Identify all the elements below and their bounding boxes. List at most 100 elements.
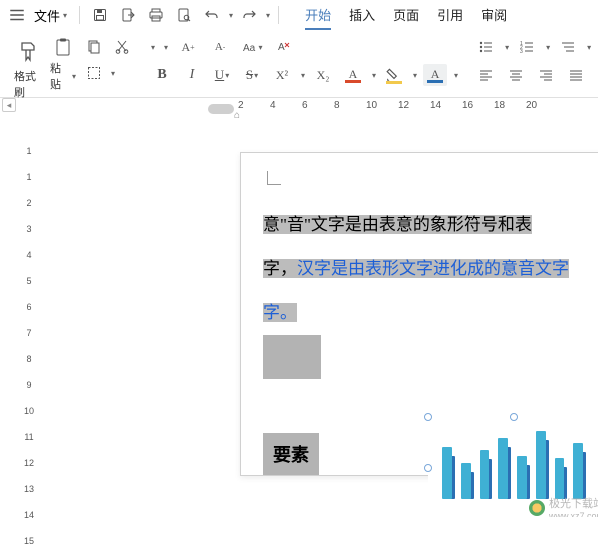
highlight-button[interactable] xyxy=(382,64,406,86)
shrink-font-button[interactable]: A- xyxy=(208,36,232,58)
navigation-toggle-button[interactable]: ◂ xyxy=(2,98,16,112)
hamburger-icon[interactable] xyxy=(8,6,26,24)
paste-label-row[interactable]: 粘贴 ▾ xyxy=(50,60,76,92)
ruler-tick: 4 xyxy=(18,250,40,260)
selected-text[interactable]: 意"音"文字是由表意的象形符号和表 xyxy=(263,215,532,234)
chevron-down-icon: ▾ xyxy=(63,11,67,20)
font-size-dropdown[interactable]: ▾ xyxy=(163,36,168,58)
ruler-tick: 11 xyxy=(18,432,40,442)
print-preview-button[interactable] xyxy=(172,3,196,27)
font-color-button[interactable]: A xyxy=(341,64,365,86)
chevron-down-icon: ▾ xyxy=(254,71,258,80)
selected-text-hyperlink[interactable]: 汉字是由表形文字进化成的意音文字 xyxy=(297,259,569,278)
tab-insert[interactable]: 插入 xyxy=(349,1,375,30)
chevron-down-icon[interactable]: ▾ xyxy=(587,43,591,52)
selected-text[interactable]: 字， xyxy=(263,259,297,278)
chevron-down-icon: ▾ xyxy=(72,72,76,81)
chevron-down-icon[interactable]: ▾ xyxy=(413,71,417,80)
selected-paragraph-mark[interactable] xyxy=(263,335,321,379)
selected-text-hyperlink[interactable]: 字。 xyxy=(263,303,297,322)
chevron-down-icon[interactable]: ▾ xyxy=(454,71,458,80)
file-menu[interactable]: 文件 ▾ xyxy=(30,4,71,27)
ruler-tick: 14 xyxy=(430,100,441,111)
paste-button[interactable] xyxy=(50,36,76,58)
highlight-color-indicator xyxy=(386,81,402,84)
format-painter-label: 格式刷 xyxy=(14,68,42,100)
watermark-logo-icon xyxy=(529,500,545,516)
tab-page[interactable]: 页面 xyxy=(393,1,419,30)
bullet-list-button[interactable] xyxy=(474,36,498,58)
margin-indicator[interactable] xyxy=(208,104,234,114)
align-right-button[interactable] xyxy=(534,64,558,86)
multilevel-list-button[interactable] xyxy=(556,36,580,58)
chart-bar-front xyxy=(555,458,565,499)
horizontal-ruler[interactable]: ⌂ 2468101214161820 xyxy=(40,98,598,120)
ruler-tick: 20 xyxy=(526,100,537,111)
chevron-down-icon[interactable]: ▾ xyxy=(111,69,115,78)
shading-color-indicator xyxy=(427,80,443,83)
tab-start[interactable]: 开始 xyxy=(305,1,331,30)
print-button[interactable] xyxy=(144,3,168,27)
ruler-tick: 5 xyxy=(18,276,40,286)
ruler-tick: 16 xyxy=(462,100,473,111)
heading-text[interactable]: 要素 xyxy=(263,433,319,475)
underline-button[interactable]: U ▾ xyxy=(210,64,234,86)
select-button[interactable] xyxy=(82,62,106,84)
ruler-tick: 12 xyxy=(398,100,409,111)
ruler-tick: 14 xyxy=(18,510,40,520)
subscript-button[interactable]: X₂ xyxy=(311,64,335,86)
chart-bar-front xyxy=(536,431,546,499)
document-area[interactable]: 意"音"文字是由表意的象形符号和表 字，汉字是由表形文字进化成的意音文字 字。 … xyxy=(40,120,598,517)
chevron-down-icon[interactable]: ▾ xyxy=(301,71,305,80)
chart-object[interactable]: 极光下载站 www.xz7.com xyxy=(424,413,598,517)
ruler-tick: 6 xyxy=(302,100,308,111)
resize-handle[interactable] xyxy=(424,413,432,421)
chart-bar-front xyxy=(517,456,527,499)
cut-button[interactable] xyxy=(110,36,134,58)
font-family-dropdown[interactable]: ▾ xyxy=(150,36,155,58)
undo-dropdown[interactable]: ▾ xyxy=(229,11,233,20)
chevron-down-icon[interactable]: ▾ xyxy=(546,43,550,52)
clear-formatting-button[interactable]: A xyxy=(272,36,296,58)
chevron-down-icon: ▾ xyxy=(259,43,263,52)
ruler-tick: 12 xyxy=(18,458,40,468)
chevron-down-icon[interactable]: ▾ xyxy=(372,71,376,80)
italic-button[interactable]: I xyxy=(180,64,204,86)
chevron-down-icon: ▾ xyxy=(225,71,229,80)
redo-dropdown[interactable]: ▾ xyxy=(266,11,270,20)
tab-review[interactable]: 审阅 xyxy=(481,1,507,30)
copy-button[interactable] xyxy=(82,36,106,58)
export-button[interactable] xyxy=(116,3,140,27)
redo-button[interactable] xyxy=(237,3,261,27)
ruler-tick: 9 xyxy=(18,380,40,390)
align-justify-button[interactable] xyxy=(564,64,588,86)
strikethrough-button[interactable]: S ▾ xyxy=(240,64,264,86)
svg-text:Aa: Aa xyxy=(243,43,256,54)
format-painter-button[interactable]: 格式刷 xyxy=(10,36,46,102)
align-left-button[interactable] xyxy=(474,64,498,86)
grow-font-button[interactable]: A+ xyxy=(176,36,200,58)
paste-label: 粘贴 xyxy=(50,60,69,92)
shading-button[interactable]: A xyxy=(423,64,447,86)
resize-handle[interactable] xyxy=(510,413,518,421)
document-text[interactable]: 意"音"文字是由表意的象形符号和表 字，汉字是由表形文字进化成的意音文字 字。 xyxy=(263,203,598,379)
paste-icon xyxy=(52,36,74,58)
undo-button[interactable] xyxy=(200,3,224,27)
menubar: 文件 ▾ ▾ ▾ 开始 插入 页面 引用 审阅 xyxy=(0,0,598,30)
change-case-button[interactable]: Aa ▾ xyxy=(240,36,264,58)
bold-button[interactable]: B xyxy=(150,64,174,86)
ruler-tick: 13 xyxy=(18,484,40,494)
chevron-down-icon[interactable]: ▾ xyxy=(505,43,509,52)
ruler-tick: 7 xyxy=(18,328,40,338)
superscript-button[interactable]: X² xyxy=(270,64,294,86)
save-button[interactable] xyxy=(88,3,112,27)
tab-reference[interactable]: 引用 xyxy=(437,1,463,30)
file-menu-label: 文件 xyxy=(34,6,60,25)
ribbon-tabs: 开始 插入 页面 引用 审阅 xyxy=(305,1,507,30)
chart-bar-front xyxy=(498,438,508,499)
align-center-button[interactable] xyxy=(504,64,528,86)
vertical-ruler[interactable]: 1123456789101112131415 xyxy=(18,98,40,517)
resize-handle[interactable] xyxy=(424,464,432,472)
chevron-down-icon: ▾ xyxy=(151,43,155,52)
numbered-list-button[interactable]: 123 xyxy=(515,36,539,58)
